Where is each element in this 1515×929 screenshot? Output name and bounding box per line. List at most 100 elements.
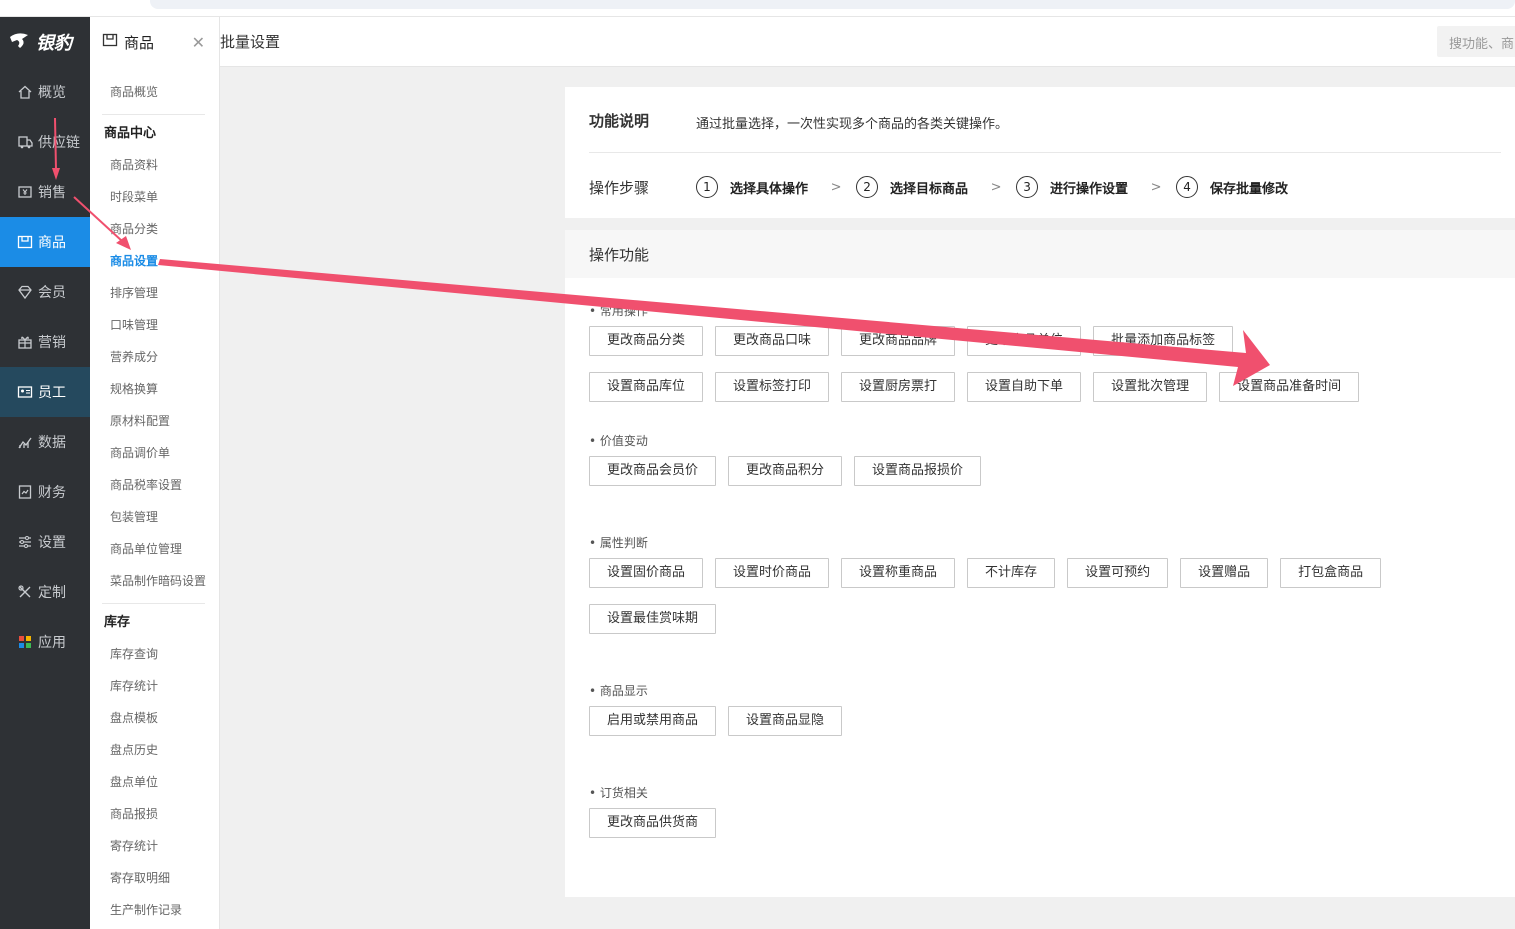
section-title: • 价值变动 xyxy=(589,434,648,448)
operation-button[interactable]: 更改商品品牌 xyxy=(841,326,956,356)
truck-icon xyxy=(16,133,34,151)
sidebar-item-5[interactable]: 营销 xyxy=(0,317,90,367)
operation-button[interactable]: 启用或禁用商品 xyxy=(589,706,717,736)
submenu-item[interactable]: 库存查询 xyxy=(90,638,219,670)
submenu-item[interactable]: 菜品制作暗码设置 xyxy=(90,565,219,597)
gift-icon xyxy=(16,333,34,351)
sidebar-item-0[interactable]: 概览 xyxy=(0,67,90,117)
submenu-item[interactable]: 包装管理 xyxy=(90,501,219,533)
operation-button[interactable]: 设置标签打印 xyxy=(715,372,830,402)
sidebar-item-2[interactable]: 销售 xyxy=(0,167,90,217)
operation-button[interactable]: 设置商品库位 xyxy=(589,372,704,402)
submenu-item[interactable]: 商品单位管理 xyxy=(90,533,219,565)
step-4: 4 保存批量修改 xyxy=(1176,176,1288,198)
tools-icon xyxy=(16,583,34,601)
logo[interactable]: 银豹 xyxy=(0,17,90,67)
chart-icon xyxy=(16,433,34,451)
operation-button[interactable]: 更改商品积分 xyxy=(728,456,843,486)
sidebar-item-4[interactable]: 会员 xyxy=(0,267,90,317)
sidebar-item-label: 概览 xyxy=(38,85,66,101)
sidebar-item-7[interactable]: 数据 xyxy=(0,417,90,467)
function-description-card: 功能说明 通过批量选择，一次性实现多个商品的各类关键操作。 操作步骤 1 选择具体… xyxy=(565,87,1515,218)
sidebar-item-label: 营销 xyxy=(38,335,66,351)
submenu-item[interactable]: 商品调价单 xyxy=(90,437,219,469)
operation-button[interactable]: 更改商品口味 xyxy=(715,326,830,356)
sidebar-item-label: 设置 xyxy=(38,535,66,551)
operation-button[interactable]: 设置商品报损价 xyxy=(854,456,982,486)
operation-section: • 属性判断设置固价商品 设置时价商品 设置称重商品 不计库存 设置可预约 设置赠品 打包盒… xyxy=(589,534,1393,634)
submenu-item[interactable]: 盘点单位 xyxy=(90,766,219,798)
submenu-item[interactable]: 商品资料 xyxy=(90,149,219,181)
submenu-item[interactable]: 规格换算 xyxy=(90,373,219,405)
operation-button[interactable]: 设置可预约 xyxy=(1067,558,1169,588)
submenu-item[interactable]: 商品税率设置 xyxy=(90,469,219,501)
submenu-item[interactable]: 商品分类 xyxy=(90,213,219,245)
submenu-item[interactable]: 库存统计 xyxy=(90,670,219,702)
operation-button[interactable]: 设置自助下单 xyxy=(967,372,1082,402)
section-title: • 订货相关 xyxy=(589,786,648,800)
button-row: 更改商品供货商 xyxy=(589,808,728,838)
operation-button[interactable]: 设置厨房票打 xyxy=(841,372,956,402)
operation-button[interactable]: 不计库存 xyxy=(967,558,1056,588)
button-row: 更改商品会员价 更改商品积分 设置商品报损价 xyxy=(589,456,993,486)
operation-button[interactable]: 更改商品会员价 xyxy=(589,456,717,486)
step-number: 4 xyxy=(1176,176,1199,198)
sidebar-item-8[interactable]: 财务 xyxy=(0,467,90,517)
operation-section: • 订货相关更改商品供货商 xyxy=(589,784,728,838)
section-title: • 属性判断 xyxy=(589,536,648,550)
yen-icon xyxy=(16,183,34,201)
browser-address-strip xyxy=(0,0,1515,17)
submenu-item[interactable]: 寄存统计 xyxy=(90,830,219,862)
step-3: 3 进行操作设置 xyxy=(1016,176,1128,198)
id-card-icon xyxy=(16,383,34,401)
sidebar-item-10[interactable]: 定制 xyxy=(0,567,90,617)
operation-button[interactable]: 设置时价商品 xyxy=(715,558,830,588)
operation-section: • 商品显示启用或禁用商品 设置商品显隐 xyxy=(589,682,854,736)
operation-button[interactable]: 设置赠品 xyxy=(1180,558,1269,588)
operation-button[interactable]: 设置最佳赏味期 xyxy=(589,604,717,634)
submenu-item[interactable]: 寄存取明细 xyxy=(90,862,219,894)
step-text: 保存批量修改 xyxy=(1210,181,1289,197)
operation-button[interactable]: 批量添加商品标签 xyxy=(1093,326,1234,356)
close-icon[interactable]: ✕ xyxy=(192,33,205,52)
submenu-item-overview[interactable]: 商品概览 xyxy=(90,76,219,108)
operation-button[interactable]: 更改商品单位 xyxy=(967,326,1082,356)
submenu-item[interactable]: 时段菜单 xyxy=(90,181,219,213)
submenu-item[interactable]: 生产制作记录 xyxy=(90,894,219,926)
submenu-header: 商品 ✕ xyxy=(90,17,219,67)
button-row: 设置固价商品 设置时价商品 设置称重商品 不计库存 设置可预约 设置赠品 打包盒商品 xyxy=(589,558,1393,588)
operation-button[interactable]: 设置称重商品 xyxy=(841,558,956,588)
section-title: • 商品显示 xyxy=(589,684,648,698)
operation-button[interactable]: 设置商品显隐 xyxy=(728,706,843,736)
operation-button[interactable]: 更改商品分类 xyxy=(589,326,704,356)
submenu-item[interactable]: 盘点模板 xyxy=(90,702,219,734)
submenu-item[interactable]: 排序管理 xyxy=(90,277,219,309)
operation-button[interactable]: 更改商品供货商 xyxy=(589,808,717,838)
submenu-group-product-center: 商品中心 xyxy=(104,126,157,141)
step-2: 2 选择目标商品 xyxy=(856,176,968,198)
sidebar-item-label: 销售 xyxy=(38,185,66,201)
sidebar-item-label: 会员 xyxy=(38,285,66,301)
operation-button[interactable]: 打包盒商品 xyxy=(1280,558,1382,588)
operation-button[interactable]: 设置商品准备时间 xyxy=(1219,372,1360,402)
sidebar-item-11[interactable]: 应用 xyxy=(0,617,90,667)
step-number: 1 xyxy=(696,176,718,198)
submenu-item[interactable]: 口味管理 xyxy=(90,309,219,341)
address-bar[interactable] xyxy=(150,0,1515,9)
step-text: 进行操作设置 xyxy=(1050,181,1129,197)
sidebar-item-9[interactable]: 设置 xyxy=(0,517,90,567)
submenu-item[interactable]: 商品设置 xyxy=(90,245,219,277)
operation-button[interactable]: 设置固价商品 xyxy=(589,558,704,588)
operation-button[interactable]: 设置批次管理 xyxy=(1093,372,1208,402)
sidebar-item-label: 数据 xyxy=(38,435,66,451)
submenu-item[interactable]: 原材料配置 xyxy=(90,405,219,437)
operation-steps: 1 选择具体操作 >2 选择目标商品 >3 进行操作设置 >4 保存批量修改 xyxy=(696,176,1296,198)
submenu-item[interactable]: 商品报损 xyxy=(90,798,219,830)
submenu-item[interactable]: 营养成分 xyxy=(90,341,219,373)
search-input[interactable]: 搜功能、商 xyxy=(1437,26,1515,57)
sidebar-item-1[interactable]: 供应链 xyxy=(0,117,90,167)
submenu-item[interactable]: 盘点历史 xyxy=(90,734,219,766)
logo-text: 银豹 xyxy=(36,33,72,54)
sidebar-item-3[interactable]: 商品 xyxy=(0,217,90,267)
sidebar-item-6[interactable]: 员工 xyxy=(0,367,90,417)
